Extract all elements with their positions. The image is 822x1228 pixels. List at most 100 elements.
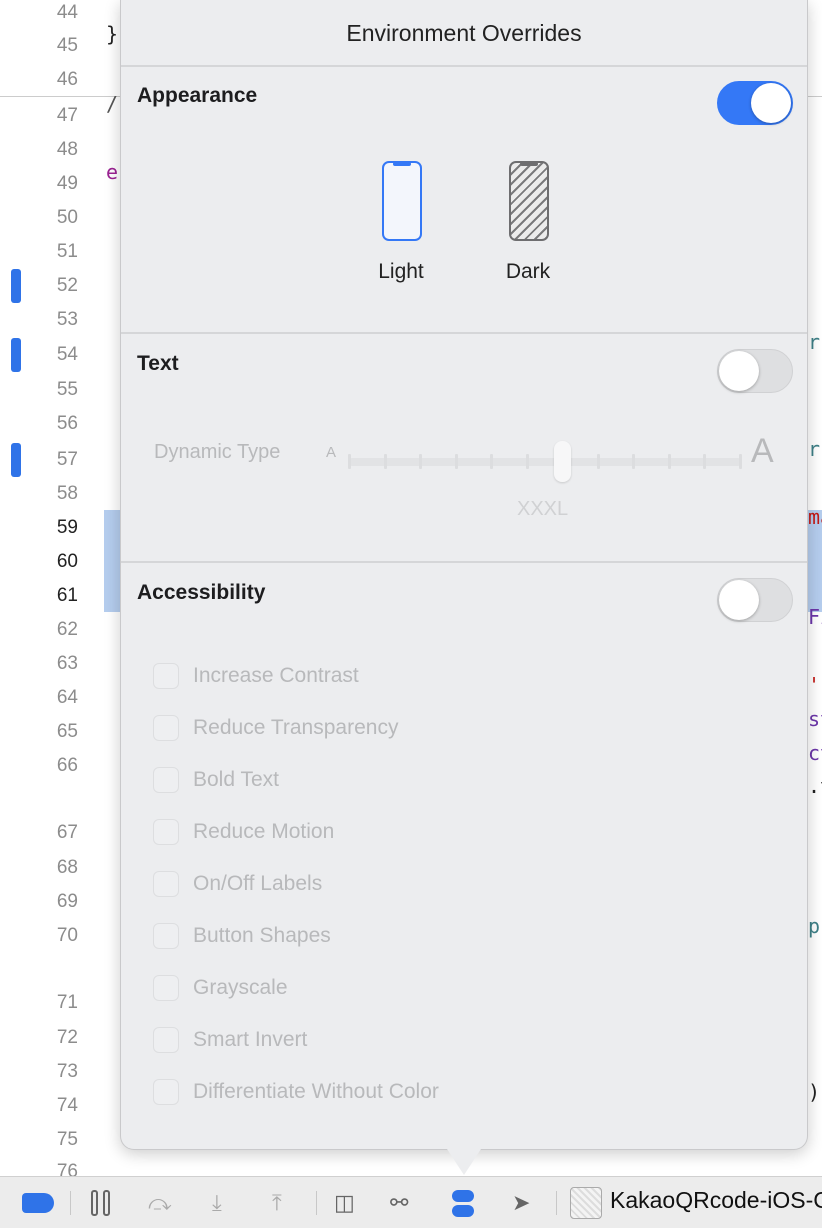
- line-number: 67: [56, 822, 78, 843]
- code-fragment: ct: [808, 741, 822, 765]
- appearance-toggle[interactable]: [717, 81, 793, 125]
- checkbox[interactable]: [153, 1079, 179, 1105]
- accessibility-label: Accessibility: [137, 581, 266, 604]
- line-number: 58: [56, 483, 78, 504]
- line-number: 44: [56, 2, 78, 23]
- line-number: 50: [56, 207, 78, 228]
- code-fragment: ): [808, 1080, 821, 1104]
- slider-tick: [667, 454, 671, 469]
- checkbox-label[interactable]: Differentiate Without Color: [193, 1080, 439, 1104]
- pause-icon[interactable]: [91, 1189, 110, 1217]
- checkbox[interactable]: [153, 871, 179, 897]
- code-fragment: /: [106, 92, 119, 116]
- app-icon: [570, 1187, 602, 1219]
- divider: [121, 332, 807, 334]
- checkbox[interactable]: [153, 715, 179, 741]
- code-fragment: r: [808, 330, 821, 354]
- code-fragment: ': [808, 673, 821, 697]
- line-number: 74: [56, 1095, 78, 1116]
- line-number: 71: [56, 992, 78, 1013]
- checkbox-label[interactable]: Bold Text: [193, 768, 279, 792]
- slider-tick: [703, 454, 707, 469]
- checkbox[interactable]: [153, 663, 179, 689]
- light-option[interactable]: [382, 161, 422, 241]
- scheme-selector[interactable]: KakaoQRcode-iOS-C: [610, 1187, 822, 1214]
- code-fragment: r: [808, 437, 821, 461]
- text-label: Text: [137, 352, 179, 375]
- code-fragment: st: [808, 707, 822, 731]
- step-over-icon[interactable]: ⤼: [148, 1189, 172, 1217]
- dynamic-type-slider[interactable]: [348, 458, 742, 466]
- breakpoint-marker[interactable]: [11, 443, 21, 477]
- line-number: 66: [56, 755, 78, 776]
- accessibility-toggle[interactable]: [717, 578, 793, 622]
- slider-tick: [739, 454, 742, 469]
- checkbox-label[interactable]: Reduce Transparency: [193, 716, 398, 740]
- slider-tick: [348, 454, 351, 469]
- checkbox[interactable]: [153, 975, 179, 1001]
- checkbox[interactable]: [153, 819, 179, 845]
- line-number: 46: [56, 69, 78, 90]
- checkbox-label[interactable]: Smart Invert: [193, 1028, 307, 1052]
- line-number: 47: [56, 105, 78, 126]
- slider-thumb[interactable]: [554, 441, 572, 482]
- line-number: 60: [56, 551, 78, 572]
- breakpoint-marker[interactable]: [11, 338, 21, 372]
- small-a-glyph: A: [326, 444, 337, 461]
- dark-option[interactable]: [509, 161, 549, 241]
- environment-overrides-popover: Environment Overrides Appearance Light D…: [120, 0, 808, 1150]
- line-number: 75: [56, 1129, 78, 1150]
- phone-notch-icon: [520, 162, 538, 166]
- breakpoint-marker[interactable]: [11, 269, 21, 303]
- line-number: 59: [56, 517, 78, 538]
- light-label[interactable]: Light: [351, 260, 451, 284]
- checkbox-label[interactable]: Grayscale: [193, 976, 288, 1000]
- step-into-icon[interactable]: ⤓: [212, 1189, 222, 1217]
- text-toggle[interactable]: [717, 349, 793, 393]
- slider-tick: [490, 454, 494, 469]
- dynamic-type-value: XXXL: [517, 498, 569, 520]
- slider-tick: [525, 454, 529, 469]
- memory-graph-icon[interactable]: ⚯: [390, 1189, 408, 1217]
- line-number: 48: [56, 139, 78, 160]
- code-fragment: }: [106, 22, 119, 46]
- code-fragment: ma: [808, 505, 822, 529]
- line-number: 68: [56, 857, 78, 878]
- divider: [121, 561, 807, 563]
- step-out-icon[interactable]: ⤒: [272, 1189, 282, 1217]
- appearance-label: Appearance: [137, 84, 258, 107]
- checkbox[interactable]: [153, 1027, 179, 1053]
- line-number: 57: [56, 449, 78, 470]
- line-number: 69: [56, 891, 78, 912]
- code-fragment: e: [106, 160, 119, 184]
- view-hierarchy-icon[interactable]: ◫: [334, 1189, 355, 1217]
- dark-label[interactable]: Dark: [478, 260, 578, 284]
- phone-notch-icon: [393, 162, 411, 166]
- popover-title: Environment Overrides: [346, 20, 582, 46]
- location-icon[interactable]: ➤: [512, 1189, 530, 1217]
- line-number: 55: [56, 379, 78, 400]
- code-fragment: Fi: [808, 605, 822, 629]
- breakpoints-icon[interactable]: [22, 1189, 54, 1217]
- dynamic-type-label: Dynamic Type: [154, 441, 281, 463]
- large-a-glyph: A: [751, 432, 774, 470]
- checkbox-label[interactable]: Increase Contrast: [193, 664, 359, 688]
- line-number: 65: [56, 721, 78, 742]
- checkbox-label[interactable]: Reduce Motion: [193, 820, 334, 844]
- code-fragment: .t: [808, 774, 822, 798]
- line-number: 56: [56, 413, 78, 434]
- slider-tick: [596, 454, 600, 469]
- code-fragment: p: [808, 914, 821, 938]
- slider-tick: [383, 454, 387, 469]
- line-number: 53: [56, 309, 78, 330]
- checkbox-label[interactable]: Button Shapes: [193, 924, 331, 948]
- checkbox[interactable]: [153, 767, 179, 793]
- slider-tick: [632, 454, 636, 469]
- debug-toolbar: ⤼ ⤓ ⤒ ◫ ⚯ ➤ KakaoQRcode-iOS-C: [0, 1176, 822, 1228]
- checkbox-label[interactable]: On/Off Labels: [193, 872, 322, 896]
- environment-overrides-icon[interactable]: [452, 1189, 474, 1217]
- checkbox[interactable]: [153, 923, 179, 949]
- line-number: 63: [56, 653, 78, 674]
- line-number: 51: [56, 241, 78, 262]
- line-number: 52: [56, 275, 78, 296]
